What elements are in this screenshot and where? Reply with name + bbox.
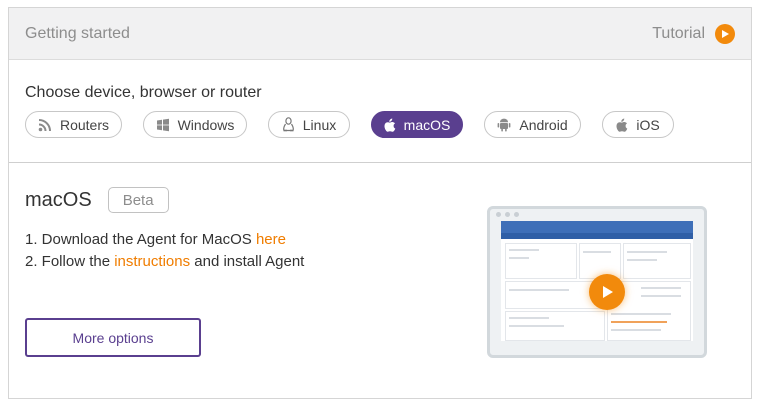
os-instructions: macOS Beta 1. Download the Agent for Mac… bbox=[9, 163, 751, 399]
more-options-button[interactable]: More options bbox=[25, 318, 201, 357]
device-pill-macos[interactable]: macOS bbox=[371, 111, 463, 138]
instructions-link[interactable]: instructions bbox=[114, 253, 190, 270]
android-icon bbox=[497, 117, 511, 132]
window-dots bbox=[496, 212, 519, 217]
windows-icon bbox=[156, 118, 170, 132]
device-pill-windows[interactable]: Windows bbox=[143, 111, 247, 138]
device-label: macOS bbox=[403, 116, 451, 133]
tutorial-label: Tutorial bbox=[652, 24, 705, 42]
download-here-link[interactable]: here bbox=[256, 231, 286, 248]
device-label: iOS bbox=[636, 116, 660, 133]
apple-icon bbox=[384, 118, 396, 132]
device-pill-routers[interactable]: Routers bbox=[25, 111, 122, 138]
device-label: Routers bbox=[59, 116, 110, 133]
play-icon bbox=[715, 23, 735, 44]
os-title: macOS bbox=[25, 188, 92, 211]
video-play-icon bbox=[589, 274, 625, 310]
rss-icon bbox=[38, 118, 52, 132]
card-header: Getting started Tutorial bbox=[9, 8, 751, 60]
device-list: Routers Windows Linux macOS Android iOS bbox=[25, 111, 735, 138]
video-screen-preview bbox=[501, 221, 693, 341]
getting-started-card: Getting started Tutorial Choose device, … bbox=[8, 7, 752, 399]
device-pill-android[interactable]: Android bbox=[484, 111, 581, 138]
apple-icon bbox=[616, 118, 628, 132]
choose-title: Choose device, browser or router bbox=[25, 84, 262, 101]
tutorial-link[interactable]: Tutorial bbox=[652, 23, 735, 44]
step-text: 1. Download the Agent for MacOS bbox=[25, 231, 256, 248]
step-text: 2. Follow the bbox=[25, 253, 115, 270]
device-pill-ios[interactable]: iOS bbox=[602, 111, 674, 138]
device-label: Windows bbox=[177, 116, 235, 133]
header-title: Getting started bbox=[25, 24, 130, 42]
step-text: and install Agent bbox=[190, 253, 305, 270]
device-label: Android bbox=[519, 116, 568, 133]
device-chooser: Choose device, browser or router Routers… bbox=[9, 60, 751, 163]
linux-icon bbox=[282, 117, 295, 132]
beta-badge: Beta bbox=[107, 187, 169, 213]
tutorial-video-thumbnail[interactable] bbox=[487, 206, 707, 358]
device-label: Linux bbox=[302, 116, 337, 133]
device-pill-linux[interactable]: Linux bbox=[268, 111, 350, 138]
